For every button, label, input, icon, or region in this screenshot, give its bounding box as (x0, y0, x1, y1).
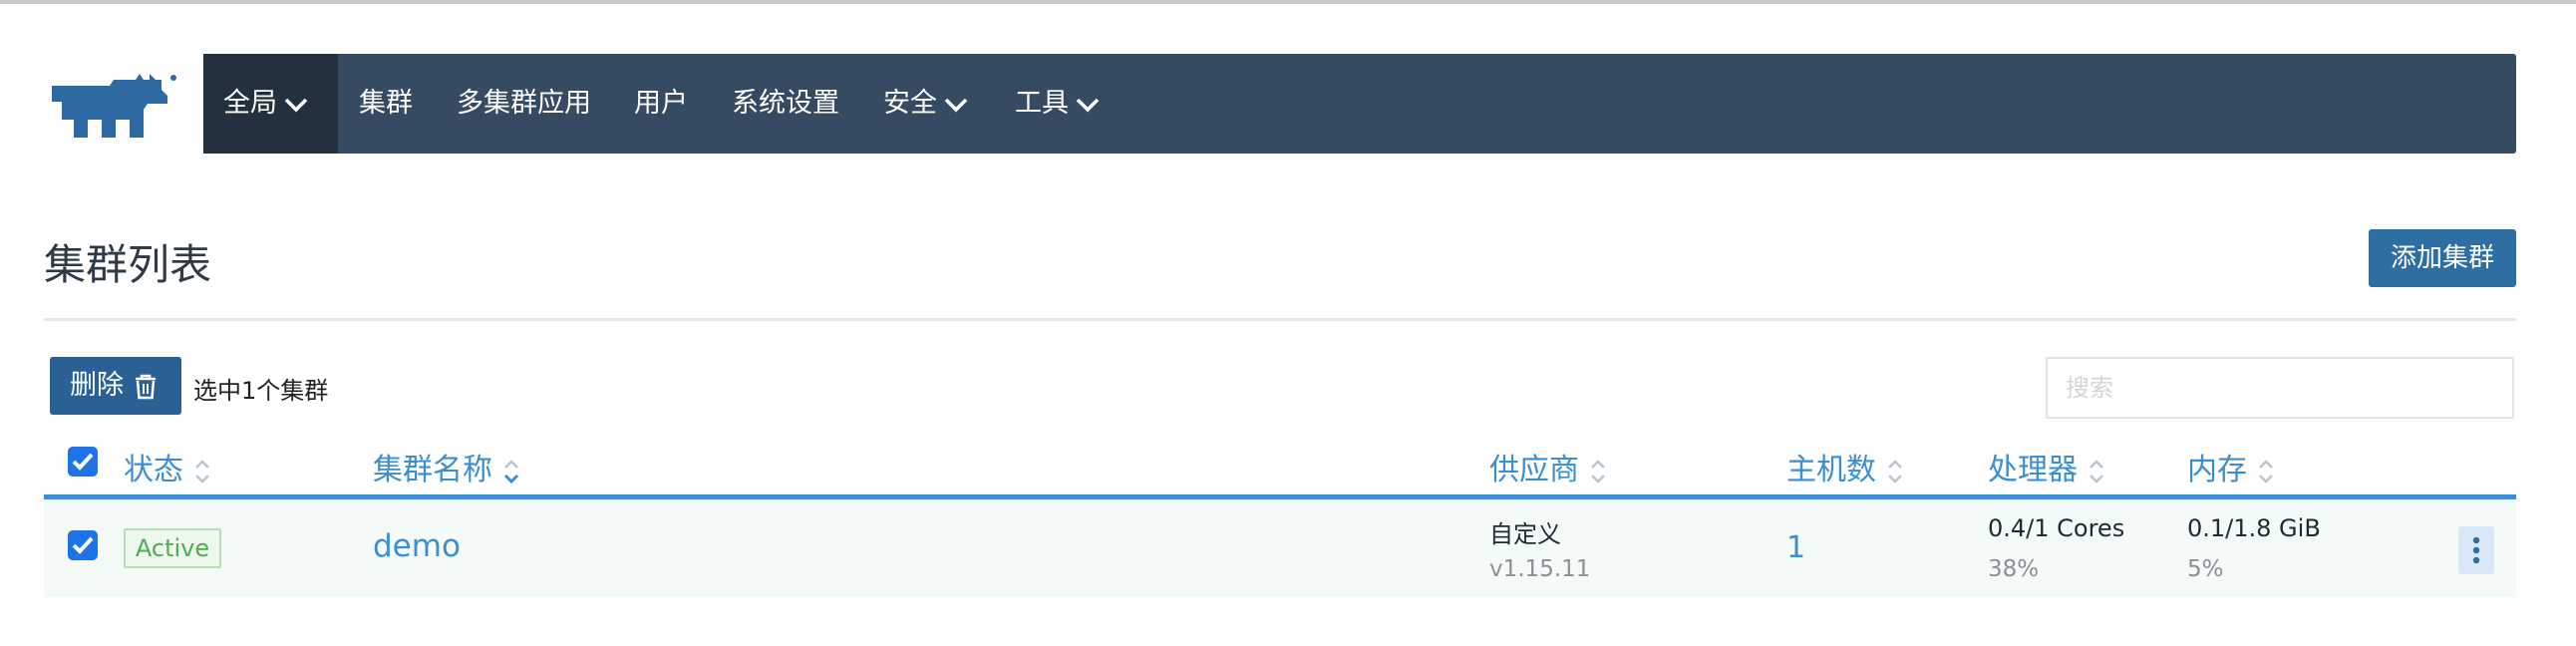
provider-value: 自定义 (1489, 520, 1561, 548)
row-actions-button[interactable] (2458, 526, 2494, 574)
nav-global-label: 全局 (223, 88, 277, 119)
cluster-name-link[interactable]: demo (373, 528, 461, 564)
delete-button-label: 删除 (70, 370, 124, 401)
nav-users[interactable]: 用户 (634, 54, 688, 154)
column-header-label: 供应商 (1489, 453, 1579, 487)
provider-version: v1.15.11 (1489, 556, 1591, 582)
column-header-cluster-name[interactable]: 集群名称 (373, 445, 520, 488)
kebab-menu-icon (2472, 536, 2480, 564)
sort-icon (1591, 459, 1605, 484)
sort-icon (195, 459, 209, 484)
column-header-cpu[interactable]: 处理器 (1988, 445, 2105, 488)
heading-divider (44, 318, 2516, 321)
column-header-label: 集群名称 (373, 453, 492, 487)
nav-security[interactable]: 安全 (883, 54, 969, 154)
column-header-label: 主机数 (1786, 453, 1876, 487)
row-checkbox[interactable] (68, 530, 98, 560)
chevron-down-icon (1076, 98, 1100, 112)
column-header-label: 状态 (124, 453, 183, 487)
chevron-down-icon (284, 98, 308, 112)
top-navbar: 全局 集群 多集群应用 用户 系统设置 安全 工具 (203, 54, 2516, 154)
nav-security-label: 安全 (883, 88, 937, 119)
cpu-value: 0.4/1 Cores (1988, 514, 2125, 542)
sort-desc-icon (503, 459, 519, 484)
sort-icon (2259, 459, 2273, 484)
nav-settings-label: 系统设置 (732, 88, 839, 119)
select-all-checkbox[interactable] (68, 447, 98, 477)
column-header-label: 处理器 (1988, 453, 2078, 487)
nav-settings[interactable]: 系统设置 (732, 54, 839, 154)
search-input[interactable] (2046, 357, 2514, 419)
rancher-logo-icon[interactable] (44, 72, 179, 138)
column-header-state[interactable]: 状态 (124, 445, 211, 488)
memory-percent: 5% (2187, 556, 2224, 582)
sort-icon (2090, 459, 2103, 484)
column-header-provider[interactable]: 供应商 (1489, 445, 1607, 488)
nav-multi-cluster-apps-label: 多集群应用 (457, 88, 591, 119)
sort-icon (1888, 459, 1902, 484)
page-title: 集群列表 (44, 240, 212, 289)
node-count-link[interactable]: 1 (1786, 530, 1805, 565)
column-header-label: 内存 (2187, 453, 2247, 487)
column-header-nodes[interactable]: 主机数 (1786, 445, 1904, 488)
checkmark-icon (72, 536, 94, 554)
nav-clusters-label: 集群 (359, 88, 413, 119)
chevron-down-icon (944, 98, 968, 112)
checkmark-icon (72, 453, 94, 471)
cpu-percent: 38% (1988, 556, 2040, 582)
memory-value: 0.1/1.8 GiB (2187, 514, 2321, 542)
selection-count: 选中1个集群 (193, 377, 329, 405)
nav-clusters[interactable]: 集群 (359, 54, 413, 154)
nav-multi-cluster-apps[interactable]: 多集群应用 (457, 54, 591, 154)
nav-global[interactable]: 全局 (203, 54, 338, 154)
trash-icon (136, 374, 156, 400)
nav-users-label: 用户 (634, 88, 688, 119)
nav-tools-label: 工具 (1015, 88, 1069, 119)
column-header-memory[interactable]: 内存 (2187, 445, 2275, 488)
nav-tools[interactable]: 工具 (1015, 54, 1101, 154)
window-top-border (0, 0, 2576, 4)
add-cluster-button[interactable]: 添加集群 (2369, 229, 2516, 287)
delete-button[interactable]: 删除 (50, 357, 181, 415)
status-badge: Active (124, 528, 221, 568)
